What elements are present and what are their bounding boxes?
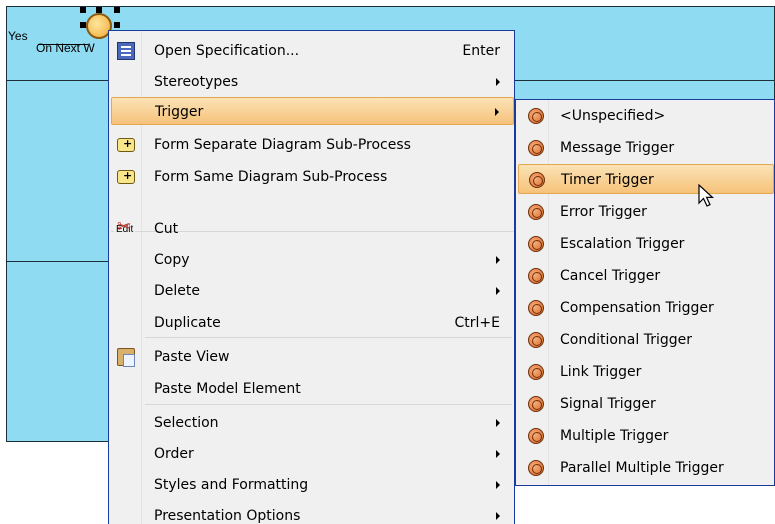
menu-item-stereotypes[interactable]: Stereotypes bbox=[111, 68, 514, 96]
submenu-item-parallel-multiple-trigger[interactable]: Parallel Multiple Trigger bbox=[518, 453, 774, 483]
signal-event-icon bbox=[528, 396, 544, 412]
selection-handle[interactable] bbox=[114, 7, 120, 13]
submenu-item-compensation-trigger[interactable]: Compensation Trigger bbox=[518, 293, 774, 323]
submenu-item-label: <Unspecified> bbox=[560, 108, 666, 124]
multiple-event-icon bbox=[528, 428, 544, 444]
submenu-item-label: Parallel Multiple Trigger bbox=[560, 460, 724, 476]
submenu-item-label: Message Trigger bbox=[560, 140, 675, 156]
submenu-item-label: Cancel Trigger bbox=[560, 268, 661, 284]
submenu-item-signal-trigger[interactable]: Signal Trigger bbox=[518, 389, 774, 419]
menu-item-label: Selection bbox=[154, 415, 219, 431]
menu-item-label: Trigger bbox=[155, 104, 204, 120]
error-event-icon bbox=[528, 204, 544, 220]
submenu-item-label: Multiple Trigger bbox=[560, 428, 669, 444]
menu-item-duplicate[interactable]: Duplicate Ctrl+E bbox=[111, 309, 514, 337]
menu-item-label: Form Same Diagram Sub-Process bbox=[154, 169, 388, 185]
submenu-arrow-icon bbox=[496, 78, 500, 86]
menu-item-presentation-options[interactable]: Presentation Options bbox=[111, 502, 514, 524]
menu-separator bbox=[145, 404, 512, 405]
flow-label-yes: Yes bbox=[8, 29, 28, 43]
menu-separator bbox=[145, 337, 512, 338]
menu-item-form-separate-subprocess[interactable]: Form Separate Diagram Sub-Process bbox=[111, 131, 514, 159]
menu-item-selection[interactable]: Selection bbox=[111, 409, 514, 437]
submenu-arrow-icon bbox=[496, 419, 500, 427]
menu-item-label: Open Specification... bbox=[154, 43, 300, 59]
menu-item-label: Styles and Formatting bbox=[154, 477, 309, 493]
conditional-event-icon bbox=[528, 332, 544, 348]
subprocess-icon bbox=[117, 137, 135, 152]
selection-handle[interactable] bbox=[80, 22, 86, 28]
specification-icon bbox=[117, 42, 135, 60]
submenu-item-multiple-trigger[interactable]: Multiple Trigger bbox=[518, 421, 774, 451]
timer-event-icon bbox=[529, 172, 545, 188]
subprocess-icon bbox=[117, 169, 135, 184]
menu-item-label: Presentation Options bbox=[154, 508, 301, 524]
submenu-item-unspecified[interactable]: <Unspecified> bbox=[518, 101, 774, 131]
submenu-item-timer-trigger[interactable]: Timer Trigger bbox=[518, 164, 774, 194]
submenu-item-label: Compensation Trigger bbox=[560, 300, 714, 316]
submenu-item-label: Conditional Trigger bbox=[560, 332, 693, 348]
submenu-item-message-trigger[interactable]: Message Trigger bbox=[518, 133, 774, 163]
menu-item-form-same-subprocess[interactable]: Form Same Diagram Sub-Process bbox=[111, 163, 514, 191]
scissors-icon: ✂ bbox=[117, 217, 132, 237]
menu-item-delete[interactable]: Delete bbox=[111, 277, 514, 305]
menu-item-label: Delete bbox=[154, 283, 200, 299]
escalation-event-icon bbox=[528, 236, 544, 252]
menu-item-label: Copy bbox=[154, 252, 190, 268]
parallel-multiple-event-icon bbox=[528, 460, 544, 476]
unspecified-event-icon bbox=[528, 108, 544, 124]
clipboard-icon bbox=[117, 348, 135, 367]
submenu-arrow-icon bbox=[496, 512, 500, 520]
selection-handle[interactable] bbox=[114, 22, 120, 28]
menu-item-label: Form Separate Diagram Sub-Process bbox=[154, 137, 411, 153]
submenu-arrow-icon bbox=[496, 287, 500, 295]
menu-item-order[interactable]: Order bbox=[111, 440, 514, 468]
trigger-submenu: <Unspecified> Message Trigger Timer Trig… bbox=[515, 99, 775, 486]
menu-item-cut[interactable]: ✂ Cut bbox=[111, 215, 514, 243]
compensation-event-icon bbox=[528, 300, 544, 316]
submenu-arrow-icon bbox=[495, 108, 499, 116]
submenu-item-label: Escalation Trigger bbox=[560, 236, 685, 252]
menu-item-label: Cut bbox=[154, 221, 179, 237]
menu-item-trigger[interactable]: Trigger bbox=[111, 97, 514, 125]
submenu-item-cancel-trigger[interactable]: Cancel Trigger bbox=[518, 261, 774, 291]
menu-item-label: Order bbox=[154, 446, 194, 462]
submenu-arrow-icon bbox=[496, 256, 500, 264]
link-event-icon bbox=[528, 364, 544, 380]
submenu-item-escalation-trigger[interactable]: Escalation Trigger bbox=[518, 229, 774, 259]
submenu-item-link-trigger[interactable]: Link Trigger bbox=[518, 357, 774, 387]
submenu-item-label: Signal Trigger bbox=[560, 396, 656, 412]
cancel-event-icon bbox=[528, 268, 544, 284]
menu-item-label: Stereotypes bbox=[154, 74, 239, 90]
submenu-arrow-icon bbox=[496, 450, 500, 458]
menu-item-styles-formatting[interactable]: Styles and Formatting bbox=[111, 471, 514, 499]
submenu-item-conditional-trigger[interactable]: Conditional Trigger bbox=[518, 325, 774, 355]
submenu-item-label: Error Trigger bbox=[560, 204, 647, 220]
selection-handle[interactable] bbox=[96, 7, 102, 13]
menu-item-label: Paste Model Element bbox=[154, 381, 301, 397]
menu-item-label: Paste View bbox=[154, 349, 230, 365]
menu-item-shortcut: Ctrl+E bbox=[454, 315, 501, 331]
submenu-item-error-trigger[interactable]: Error Trigger bbox=[518, 197, 774, 227]
submenu-item-label: Link Trigger bbox=[560, 364, 642, 380]
menu-item-paste-model-element[interactable]: Paste Model Element bbox=[111, 375, 514, 403]
flow-label-next: On Next W bbox=[36, 41, 95, 55]
menu-item-label: Duplicate bbox=[154, 315, 221, 331]
menu-item-paste-view[interactable]: Paste View bbox=[111, 343, 514, 371]
message-event-icon bbox=[528, 140, 544, 156]
submenu-arrow-icon bbox=[496, 481, 500, 489]
submenu-item-label: Timer Trigger bbox=[561, 172, 654, 188]
menu-item-open-specification[interactable]: Open Specification... Enter bbox=[111, 37, 514, 65]
menu-item-shortcut: Enter bbox=[462, 43, 500, 59]
menu-item-copy[interactable]: Copy bbox=[111, 246, 514, 274]
context-menu: Open Specification... Enter Stereotypes … bbox=[108, 30, 515, 524]
selection-handle[interactable] bbox=[80, 7, 86, 13]
mouse-pointer-icon bbox=[698, 184, 715, 207]
